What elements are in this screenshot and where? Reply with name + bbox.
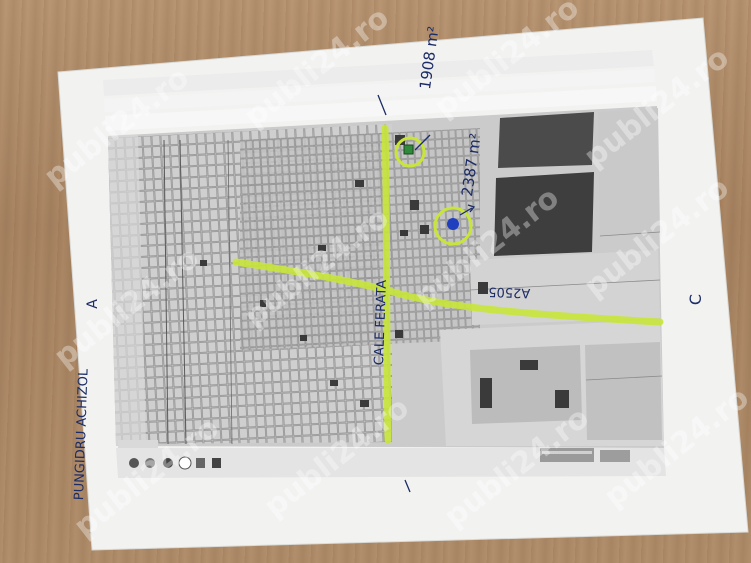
side-letter: C xyxy=(686,293,706,306)
pin-green-icon xyxy=(403,144,414,155)
tray-box-2 xyxy=(600,450,630,462)
light-field xyxy=(598,108,660,236)
pin-blue-icon xyxy=(447,218,459,230)
dark-field-1 xyxy=(498,112,594,168)
tray-box-1 xyxy=(540,448,594,462)
dark-field-2 xyxy=(494,172,594,256)
map-parcels-central xyxy=(240,128,480,350)
railway-label: CALE FERATA xyxy=(372,279,390,366)
road-label: A2505 xyxy=(488,283,531,300)
margin-letter: A xyxy=(84,299,101,309)
